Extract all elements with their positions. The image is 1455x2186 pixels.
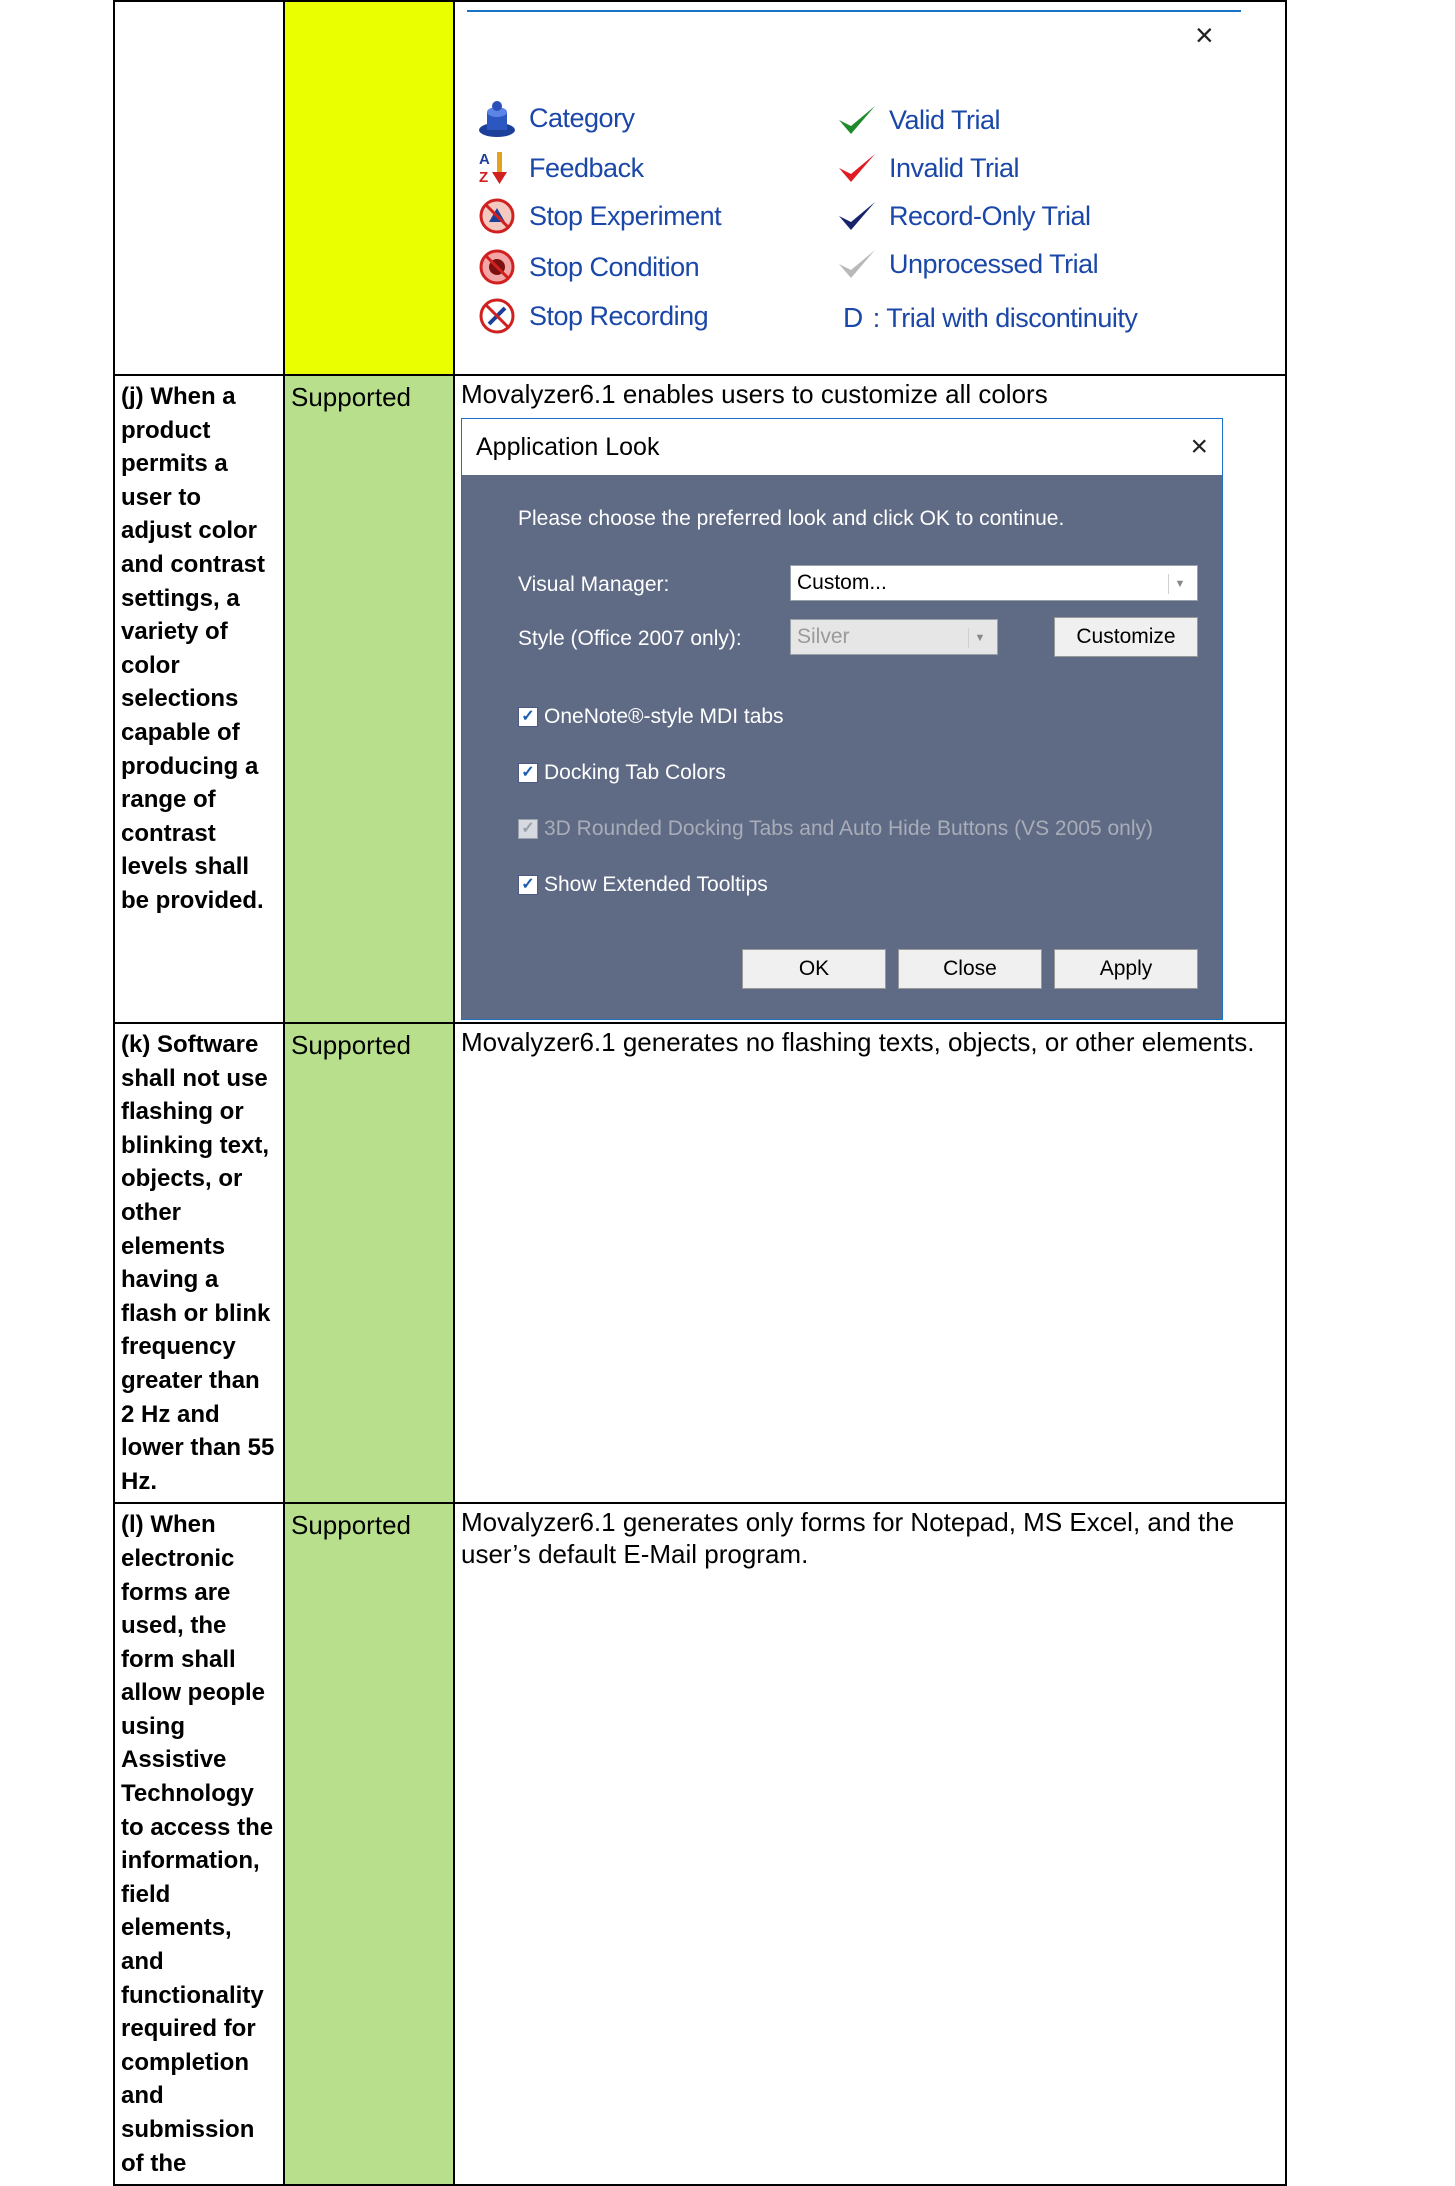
checkbox-docking-tab-colors[interactable]: ✓ Docking Tab Colors [518,761,726,785]
check-icon: ✓ [518,875,538,895]
status-text: Supported [291,382,411,412]
legend-label: : Trial with discontinuity [872,302,1138,333]
gray-check-icon [839,250,875,278]
trial-legend: × Category A Z Feedback Stop Experiment … [455,2,1285,374]
remarks-text: Movalyzer6.1 generates no flashing texts… [461,1027,1255,1057]
legend-item-discontinuity: D : Trial with discontinuity [843,302,1138,334]
green-check-icon [839,106,875,134]
legend-top-border [467,10,1241,12]
vpat-table: × Category A Z Feedback Stop Experiment … [113,0,1287,2186]
table-row: (j) When a product permits a user to adj… [113,374,1287,1024]
table-row: (k) Software shall not use flashing or b… [113,1021,1287,1505]
ok-button[interactable]: OK [742,949,886,989]
remarks-cell: Movalyzer6.1 generates only forms for No… [453,1502,1287,2186]
checkbox-onenote-tabs[interactable]: ✓ OneNote®-style MDI tabs [518,705,784,729]
criterion-cell: (k) Software shall not use flashing or b… [113,1021,285,1505]
legend-label: Valid Trial [889,104,1001,135]
status-cell [283,0,455,376]
legend-item-stop-condition: Stop Condition [475,247,700,287]
status-text: Supported [291,1510,411,1541]
customize-button[interactable]: Customize [1054,617,1198,657]
legend-label: Feedback [529,152,644,183]
dialog-prompt: Please choose the preferred look and cli… [518,507,1065,530]
red-check-icon [839,154,875,182]
discontinuity-letter: D [843,302,863,333]
visual-manager-select[interactable]: Custom... ▼ [790,565,1198,601]
status-text: Supported [291,1030,411,1060]
legend-label: Invalid Trial [889,152,1020,183]
check-icon: ✓ [518,819,538,839]
status-cell: Supported [283,1021,455,1505]
dialog-titlebar: Application Look × [462,419,1222,475]
criterion-text: (j) When a product permits a user to adj… [121,383,266,914]
criterion-cell: (j) When a product permits a user to adj… [113,374,285,1024]
status-cell: Supported [283,374,455,1024]
apply-button[interactable]: Apply [1054,949,1198,989]
legend-item-valid-trial: Valid Trial [835,100,1001,140]
checkbox-label: Show Extended Tooltips [544,873,768,896]
legend-item-stop-recording: Stop Recording [475,296,709,336]
application-look-dialog: Application Look × Please choose the pre… [461,418,1223,1020]
stop-recording-icon [479,298,515,334]
stop-condition-icon [479,249,515,285]
style-label: Style (Office 2007 only): [518,627,742,650]
legend-item-invalid-trial: Invalid Trial [835,148,1020,188]
feedback-az-icon: A Z [479,151,507,186]
criterion-cell [113,0,285,376]
checkbox-extended-tooltips[interactable]: ✓ Show Extended Tooltips [518,873,768,897]
category-icon [479,101,515,137]
close-button[interactable]: Close [898,949,1042,989]
legend-label: Category [529,102,635,133]
close-icon[interactable]: × [1190,430,1208,464]
status-cell: Supported [283,1502,455,2186]
table-row: × Category A Z Feedback Stop Experiment … [113,0,1287,376]
checkbox-3d-rounded-tabs[interactable]: ✓ 3D Rounded Docking Tabs and Auto Hide … [518,817,1153,841]
close-icon[interactable]: × [1195,19,1225,51]
svg-text:Z: Z [479,169,488,186]
chevron-down-icon: ▼ [1168,574,1191,594]
legend-item-stop-experiment: Stop Experiment [475,196,722,236]
visual-manager-value: Custom... [797,571,887,594]
dialog-client-area: Please choose the preferred look and cli… [462,475,1222,1019]
remarks-cell: Movalyzer6.1 generates no flashing texts… [453,1021,1287,1505]
legend-label: Record-Only Trial [889,200,1091,231]
check-icon: ✓ [518,763,538,783]
legend-item-unprocessed-trial: Unprocessed Trial [835,244,1099,284]
legend-item-record-only-trial: Record-Only Trial [835,196,1091,236]
svg-text:A: A [479,151,490,168]
checkbox-label: 3D Rounded Docking Tabs and Auto Hide Bu… [544,817,1153,840]
legend-label: Stop Experiment [529,200,722,231]
remarks-text: Movalyzer6.1 generates only forms for No… [461,1507,1235,1570]
chevron-down-icon: ▼ [968,628,991,648]
criterion-cell: (l) When electronic forms are used, the … [113,1502,285,2186]
check-icon: ✓ [518,707,538,727]
legend-item-category: Category [475,98,635,138]
visual-manager-label: Visual Manager: [518,573,670,596]
stop-experiment-icon [479,198,515,234]
remarks-cell: Movalyzer6.1 enables users to customize … [453,374,1287,1024]
legend-label: Unprocessed Trial [889,248,1099,279]
legend-label: Stop Recording [529,300,709,331]
style-value: Silver [797,625,850,648]
dialog-title: Application Look [476,432,660,461]
checkbox-label: Docking Tab Colors [544,761,726,784]
checkbox-label: OneNote®-style MDI tabs [544,705,784,728]
legend-item-feedback: A Z Feedback [475,148,644,188]
criterion-text: (k) Software shall not use flashing or b… [121,1031,275,1495]
navy-check-icon [839,202,875,230]
table-row: (l) When electronic forms are used, the … [113,1502,1287,2186]
style-select[interactable]: Silver ▼ [790,619,998,655]
criterion-text: (l) When electronic forms are used, the … [121,1511,274,2177]
legend-label: Stop Condition [529,251,700,282]
remarks-cell: × Category A Z Feedback Stop Experiment … [453,0,1287,376]
remarks-text: Movalyzer6.1 enables users to customize … [461,379,1048,409]
